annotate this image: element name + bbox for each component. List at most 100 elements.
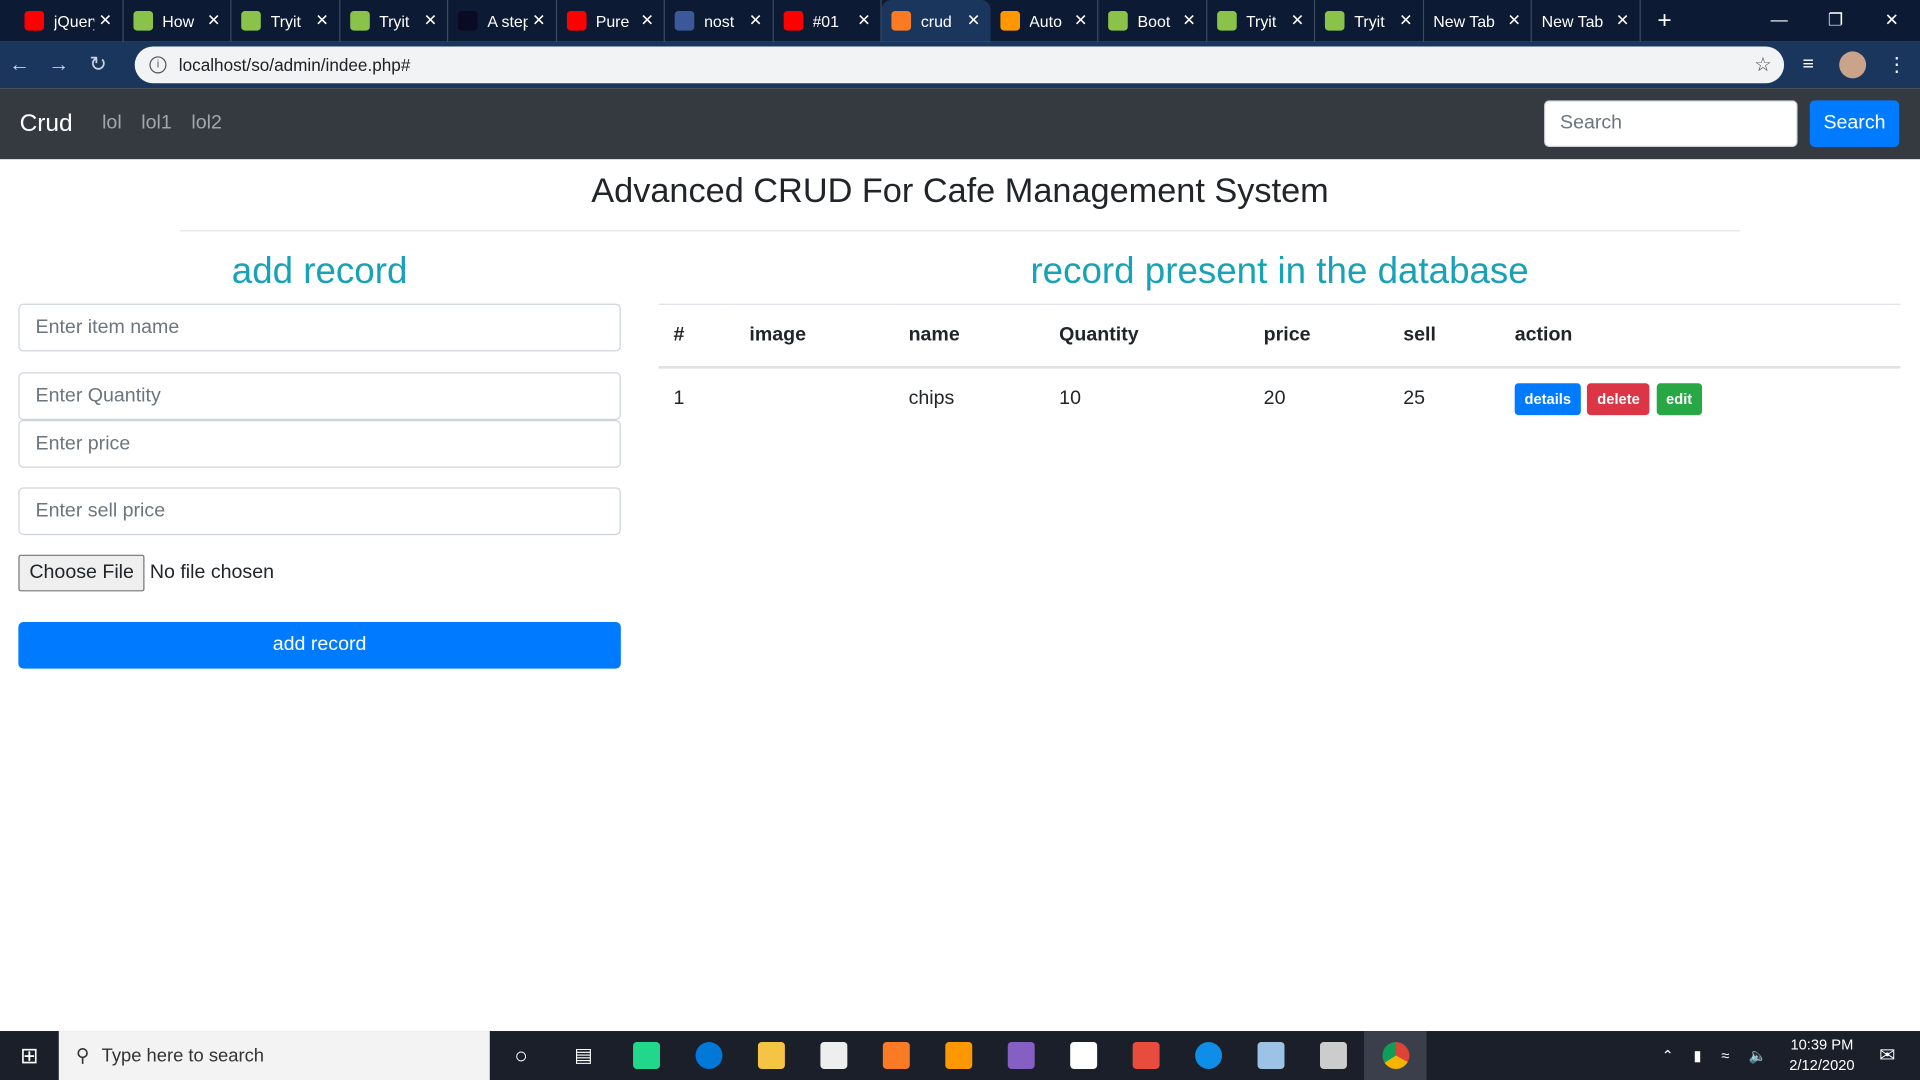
youtube-icon xyxy=(566,11,586,31)
close-tab-icon[interactable]: ✕ xyxy=(315,11,328,31)
xampp-icon[interactable] xyxy=(864,1031,926,1080)
close-tab-icon[interactable]: ✕ xyxy=(1291,11,1304,31)
close-tab-icon[interactable]: ✕ xyxy=(641,11,654,31)
close-tab-icon[interactable]: ✕ xyxy=(207,11,220,31)
office-icon[interactable] xyxy=(1114,1031,1176,1080)
tab-title: Tryit xyxy=(1354,11,1385,31)
back-icon[interactable]: ← xyxy=(0,53,39,77)
close-tab-icon[interactable]: ✕ xyxy=(1074,11,1087,31)
choose-file-button[interactable]: Choose File xyxy=(18,554,145,592)
star-icon[interactable]: ☆ xyxy=(1754,53,1772,77)
info-icon[interactable]: i xyxy=(149,56,167,74)
tab[interactable]: nost ✕ xyxy=(665,0,774,42)
tab[interactable]: Boot ✕ xyxy=(1098,0,1207,42)
file-input: Choose File No file chosen xyxy=(18,554,274,592)
restore-icon[interactable]: ❐ xyxy=(1807,0,1863,39)
details-button[interactable]: details xyxy=(1514,383,1581,416)
cortana-icon[interactable]: ○ xyxy=(490,1031,552,1080)
avatar[interactable] xyxy=(1839,51,1867,79)
tab[interactable]: Tryit ✕ xyxy=(340,0,449,42)
close-tab-icon[interactable]: ✕ xyxy=(967,11,980,31)
youtube-icon xyxy=(24,11,45,31)
item-name-input[interactable]: Enter item name xyxy=(18,303,621,352)
freecodecamp-icon xyxy=(457,11,478,31)
tab[interactable]: #01 ✕ xyxy=(773,0,882,42)
table-row: 1 chips 10 20 25 details delete edit xyxy=(659,367,1901,431)
new-tab-button[interactable]: + xyxy=(1657,7,1671,35)
close-tab-icon[interactable]: ✕ xyxy=(1399,11,1412,31)
edge-icon[interactable] xyxy=(677,1031,739,1080)
nav-link-lol[interactable]: lol xyxy=(102,113,122,135)
edit-button[interactable]: edit xyxy=(1656,383,1702,416)
virtualbox-icon[interactable] xyxy=(1239,1031,1301,1080)
close-tab-icon[interactable]: ✕ xyxy=(1507,11,1520,31)
price-input[interactable]: Enter price xyxy=(18,420,621,468)
tab[interactable]: Auto ✕ xyxy=(990,0,1099,42)
close-icon[interactable]: ✕ xyxy=(1864,0,1920,39)
tab[interactable]: Pure ✕ xyxy=(557,0,665,42)
tab-title: Pure xyxy=(595,11,630,31)
url-field[interactable]: i localhost/so/admin/indee.php# ☆ xyxy=(134,46,1785,84)
search-button[interactable]: Search xyxy=(1809,100,1900,147)
address-bar-row: ← → ↻ i localhost/so/admin/indee.php# ☆ ≡ … xyxy=(0,41,1920,89)
file-explorer-icon[interactable] xyxy=(740,1031,802,1080)
chrome-icon[interactable] xyxy=(1364,1031,1427,1080)
clock[interactable]: 10:39 PM 2/12/2020 xyxy=(1789,1035,1854,1077)
tab-title: Tryit xyxy=(378,11,410,31)
tab[interactable]: Tryit ✕ xyxy=(1315,0,1424,42)
close-tab-icon[interactable]: ✕ xyxy=(1616,11,1629,31)
taskbar-search[interactable]: ⚲ Type here to search xyxy=(58,1031,490,1080)
tab[interactable]: How ✕ xyxy=(123,0,232,42)
tab[interactable]: A step ✕ xyxy=(448,0,557,42)
sublime-icon[interactable] xyxy=(927,1031,989,1080)
forward-icon[interactable]: → xyxy=(39,53,78,77)
tab[interactable]: Tryit ✕ xyxy=(1207,0,1316,42)
battery-icon[interactable]: ▮ xyxy=(1694,1047,1702,1064)
close-tab-icon[interactable]: ✕ xyxy=(424,11,437,31)
col-price: price xyxy=(1248,303,1389,368)
time: 10:39 PM xyxy=(1790,1035,1854,1054)
reload-icon[interactable]: ↻ xyxy=(78,53,117,77)
tab[interactable]: New Tab ✕ xyxy=(1423,0,1532,42)
search-input[interactable]: Search xyxy=(1544,100,1798,147)
tab-bar: jQuery✕How✕Tryit✕Tryit✕A step✕Pure✕nost✕… xyxy=(0,0,1920,42)
windows-start-icon[interactable]: ⊞ xyxy=(0,1043,59,1069)
notifications-icon[interactable]: ✉ xyxy=(1879,1043,1895,1067)
visual-studio-icon[interactable] xyxy=(989,1031,1051,1080)
mail-icon[interactable] xyxy=(802,1031,864,1080)
minimize-icon[interactable]: — xyxy=(1751,0,1807,39)
volume-icon[interactable]: 🔈 xyxy=(1749,1047,1767,1064)
nav-link-lol2[interactable]: lol2 xyxy=(191,113,221,135)
close-tab-icon[interactable]: ✕ xyxy=(857,11,870,31)
tab-title: New Tab xyxy=(1541,11,1604,31)
media-icon[interactable]: ≡ xyxy=(1802,54,1813,76)
close-tab-icon[interactable]: ✕ xyxy=(532,11,545,31)
close-tab-icon[interactable]: ✕ xyxy=(749,11,762,31)
pycharm-icon[interactable] xyxy=(615,1031,677,1080)
task-view-icon[interactable]: ▤ xyxy=(552,1031,614,1080)
close-tab-icon[interactable]: ✕ xyxy=(1182,11,1195,31)
store-icon[interactable] xyxy=(1052,1031,1114,1080)
sell-price-input[interactable]: Enter sell price xyxy=(18,487,621,536)
printer-icon[interactable] xyxy=(1302,1031,1364,1080)
system-tray: ⌃ ▮ ≈ 🔈 10:39 PM 2/12/2020 ✉ xyxy=(1652,1031,1920,1080)
col-image: image xyxy=(734,303,894,368)
tab-title: How xyxy=(162,11,195,31)
teamviewer-icon[interactable] xyxy=(1177,1031,1239,1080)
close-tab-icon[interactable]: ✕ xyxy=(99,11,112,31)
tab[interactable]: New Tab ✕ xyxy=(1532,0,1641,42)
wifi-icon[interactable]: ≈ xyxy=(1721,1047,1729,1064)
col-quantity: Quantity xyxy=(1044,303,1249,368)
add-record-button[interactable]: add record xyxy=(18,622,621,669)
quantity-input[interactable]: Enter Quantity xyxy=(18,372,621,421)
tab[interactable]: crud ✕ xyxy=(881,0,991,42)
tab[interactable]: jQuery✕ xyxy=(15,0,124,42)
chevron-up-icon[interactable]: ⌃ xyxy=(1662,1047,1674,1064)
nav-link-lol1[interactable]: lol1 xyxy=(141,113,171,135)
brand[interactable]: Crud xyxy=(20,110,73,138)
menu-icon[interactable]: ⋮ xyxy=(1887,53,1907,77)
tab[interactable]: Tryit ✕ xyxy=(231,0,340,42)
tab-title: #01 xyxy=(812,11,840,31)
cell-id: 1 xyxy=(673,388,685,409)
delete-button[interactable]: delete xyxy=(1587,383,1650,416)
